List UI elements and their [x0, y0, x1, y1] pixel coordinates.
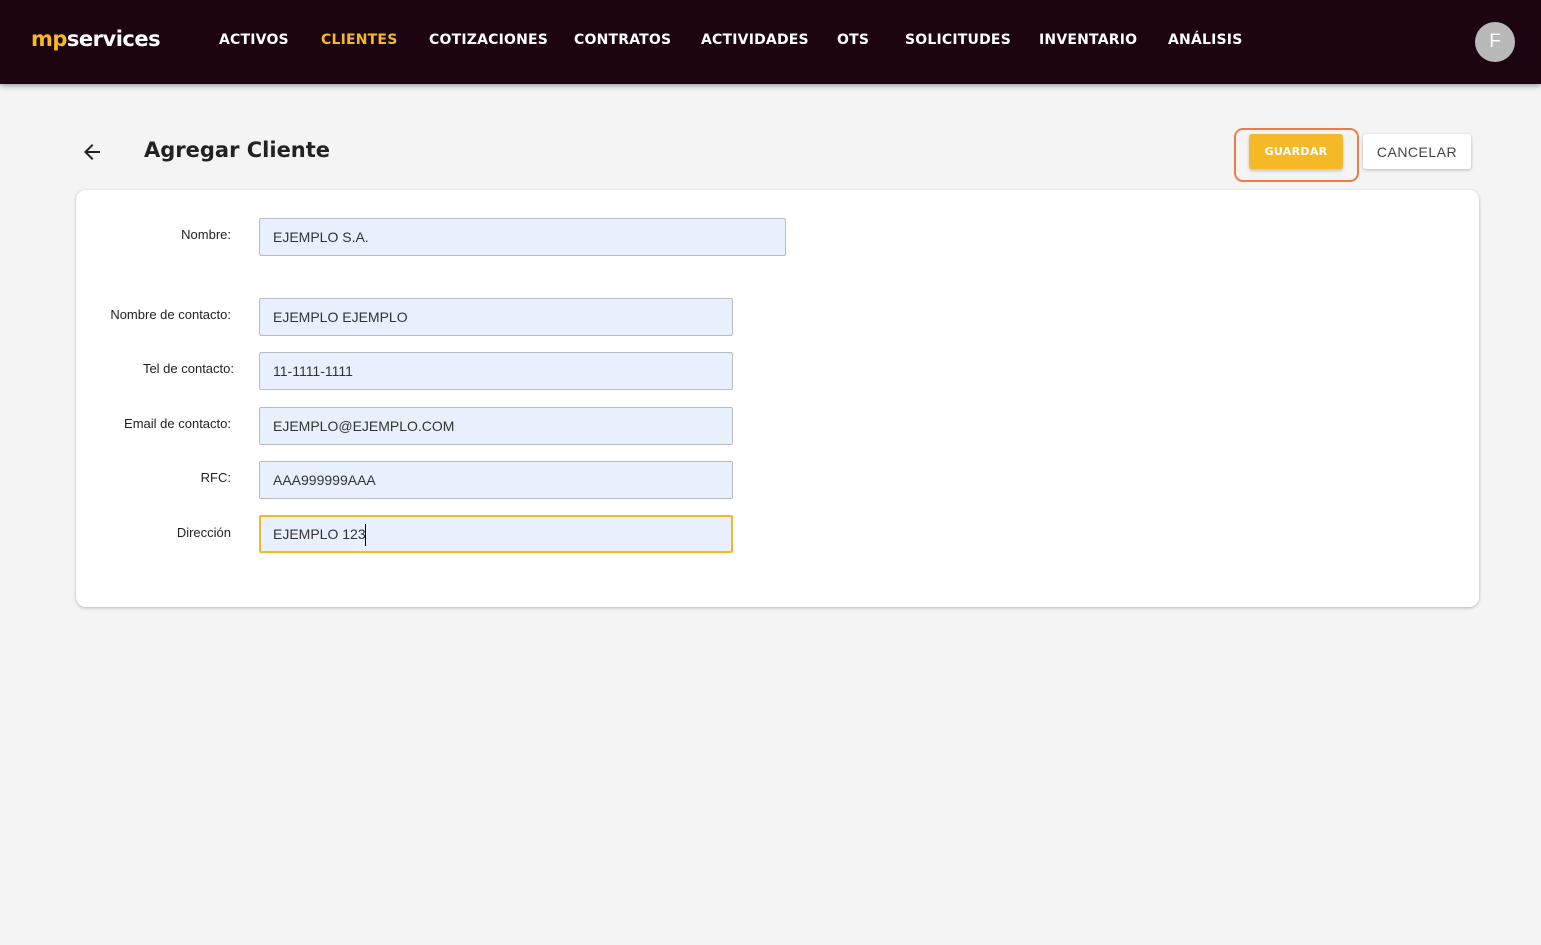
top-navbar: mpservices ACTIVOS CLIENTES COTIZACIONES…	[0, 0, 1541, 84]
text-caret	[365, 524, 366, 546]
nav-item-clientes[interactable]: CLIENTES	[321, 32, 397, 48]
nombre-label: Nombre:	[181, 227, 231, 242]
rfc-label: RFC:	[200, 470, 231, 485]
direccion-field[interactable]	[259, 515, 733, 553]
nombre-field[interactable]	[259, 218, 786, 256]
nombre-contacto-label: Nombre de contacto:	[110, 307, 231, 322]
nav-item-analisis[interactable]: ANÁLISIS	[1168, 32, 1243, 48]
user-avatar[interactable]: F	[1475, 22, 1515, 62]
nav-item-contratos[interactable]: CONTRATOS	[574, 32, 671, 48]
save-button[interactable]: GUARDAR	[1249, 134, 1343, 169]
nav-item-actividades[interactable]: ACTIVIDADES	[701, 32, 809, 48]
cancel-button[interactable]: CANCELAR	[1363, 134, 1471, 169]
nav-item-cotizaciones[interactable]: COTIZACIONES	[429, 32, 548, 48]
tel-contacto-field[interactable]	[259, 352, 733, 390]
email-contacto-field[interactable]	[259, 407, 733, 445]
tel-contacto-label: Tel de contacto:	[142, 361, 234, 376]
nav-item-activos[interactable]: ACTIVOS	[219, 32, 289, 48]
logo-mp: mp	[31, 27, 67, 51]
nav-item-inventario[interactable]: INVENTARIO	[1039, 32, 1137, 48]
rfc-field[interactable]	[259, 461, 733, 499]
nav-item-ots[interactable]: OTS	[837, 32, 869, 48]
arrow-left-icon[interactable]	[80, 140, 104, 164]
email-contacto-label: Email de contacto:	[124, 416, 231, 431]
direccion-label: Dirección	[176, 525, 231, 540]
logo-services: services	[66, 27, 161, 51]
nav-item-solicitudes[interactable]: SOLICITUDES	[905, 32, 1011, 48]
app-logo[interactable]: mpservices	[31, 27, 161, 51]
page-title: Agregar Cliente	[144, 138, 331, 162]
nombre-contacto-field[interactable]	[259, 298, 733, 336]
